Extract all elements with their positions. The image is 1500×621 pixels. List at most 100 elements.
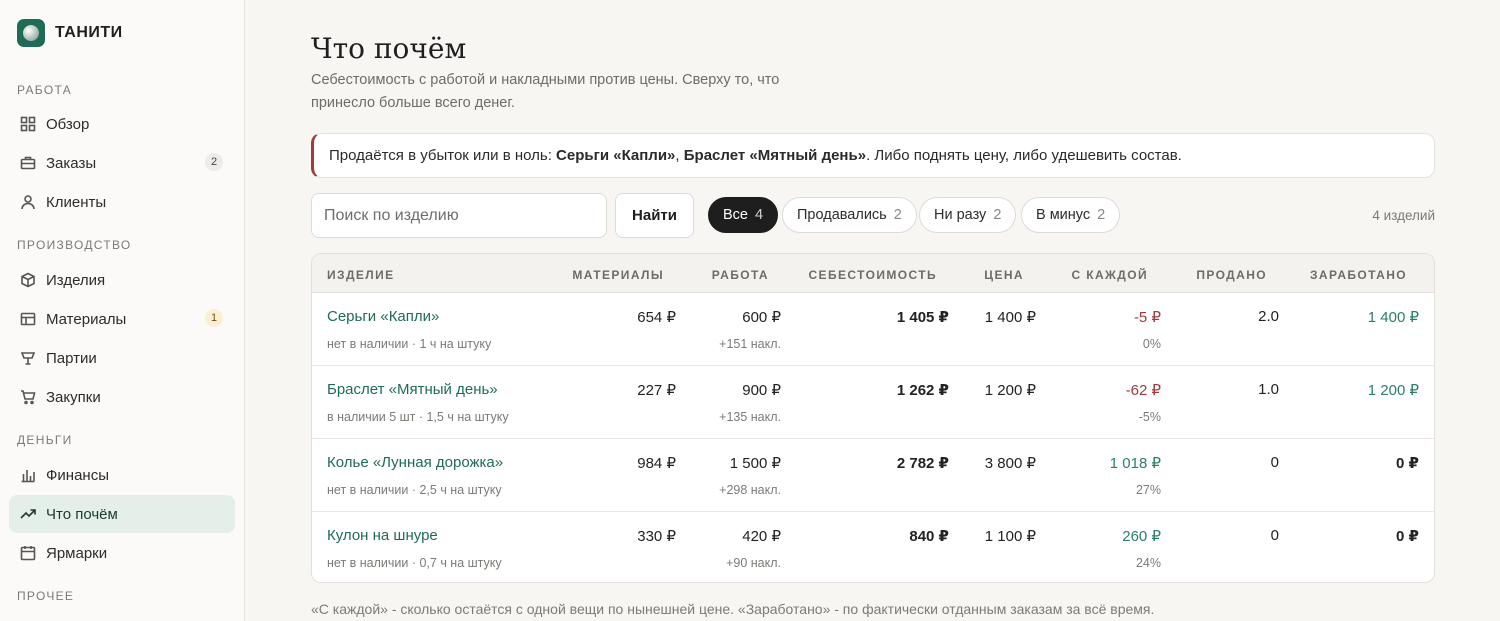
search-input[interactable] (311, 193, 607, 238)
filter-label: Продавались (797, 207, 887, 223)
column-header-per-item[interactable]: С КАЖДОЙ (1071, 268, 1148, 282)
column-header-price[interactable]: ЦЕНА (984, 268, 1024, 282)
work-cost: 900 ₽ (742, 382, 781, 399)
alert-item-earrings: Серьги «Капли» (556, 147, 676, 164)
product-meta: нет в наличии · 0,7 ч на штуку (327, 556, 502, 570)
margin-percent: 27% (1135, 483, 1161, 497)
orders-count-badge: 2 (205, 153, 223, 171)
brand-name: ТАНИТИ (55, 24, 123, 41)
margin-percent: -5% (1138, 410, 1161, 424)
sidebar-item-batches[interactable]: Партии (9, 339, 235, 377)
column-header-cost[interactable]: СЕБЕСТОИМОСТЬ (808, 268, 937, 282)
trend-icon (19, 506, 36, 523)
sidebar-item-purchases[interactable]: Закупки (9, 378, 235, 416)
section-label-production: ПРОИЗВОДСТВО (17, 238, 132, 252)
sidebar-item-pricing[interactable]: Что почём (9, 495, 235, 533)
sidebar-item-orders[interactable]: Заказы 2 (9, 144, 235, 182)
sold-count: 0 (1270, 454, 1279, 471)
loss-alert: Продаётся в убыток или в ноль: Серьги «К… (311, 133, 1435, 178)
alert-item-bracelet: Браслет «Мятный день» (683, 147, 867, 164)
total-cost: 1 262 ₽ (896, 382, 949, 399)
box-icon (19, 272, 36, 289)
table-row[interactable]: Кулон на шнуре нет в наличии · 0,7 ч на … (312, 512, 1434, 582)
sidebar-item-label: Изделия (46, 271, 106, 289)
filter-chip-never[interactable]: Ни разу 2 (919, 197, 1017, 233)
briefcase-icon (19, 155, 36, 172)
margin-per-item: -62 ₽ (1125, 382, 1161, 399)
column-header-earned[interactable]: ЗАРАБОТАНО (1310, 268, 1407, 282)
margin-percent: 0% (1142, 337, 1161, 351)
sidebar-item-clients[interactable]: Клиенты (9, 183, 235, 221)
sidebar-item-label: Заказы (46, 154, 97, 172)
materials-count-badge: 1 (205, 309, 223, 327)
sidebar-item-label: Клиенты (46, 193, 107, 211)
materials-cost: 330 ₽ (637, 528, 676, 545)
product-meta: в наличии 5 шт · 1,5 ч на штуку (327, 410, 509, 424)
filter-count: 4 (755, 207, 764, 223)
materials-cost: 984 ₽ (637, 455, 676, 472)
product-name-link[interactable]: Браслет «Мятный день» (327, 381, 498, 398)
sidebar-item-overview[interactable]: Обзор (9, 105, 235, 143)
work-cost: 1 500 ₽ (729, 455, 781, 472)
palette-icon (19, 311, 36, 328)
filter-chip-negative[interactable]: В минус 2 (1021, 197, 1121, 233)
grid-icon (19, 116, 36, 133)
sidebar-item-label: Финансы (46, 466, 109, 484)
margin-per-item: 260 ₽ (1122, 528, 1161, 545)
alert-separator: , (675, 147, 684, 164)
price: 1 200 ₽ (984, 382, 1036, 399)
sold-count: 1.0 (1258, 381, 1279, 398)
column-header-materials[interactable]: МАТЕРИАЛЫ (572, 268, 664, 282)
product-name-link[interactable]: Колье «Лунная дорожка» (327, 454, 503, 471)
work-cost: 600 ₽ (742, 309, 781, 326)
sidebar-item-label: Ярмарки (46, 544, 108, 562)
table-footnote: «С каждой» - сколько остаётся с одной ве… (311, 601, 1155, 617)
sidebar-item-finance[interactable]: Финансы (9, 456, 235, 494)
items-count: 4 изделий (1372, 208, 1435, 223)
earned-total: 0 ₽ (1396, 528, 1419, 545)
sidebar-item-label: Что почём (46, 505, 118, 523)
table-row[interactable]: Браслет «Мятный день» в наличии 5 шт · 1… (312, 366, 1434, 439)
table-row[interactable]: Колье «Лунная дорожка» нет в наличии · 2… (312, 439, 1434, 512)
margin-per-item: 1 018 ₽ (1109, 455, 1161, 472)
margin-per-item: -5 ₽ (1133, 309, 1161, 326)
column-header-product[interactable]: ИЗДЕЛИЕ (327, 268, 395, 282)
filter-label: Все (723, 207, 748, 223)
alert-prefix: Продаётся в убыток или в ноль: (329, 147, 557, 164)
overhead-cost: +135 накл. (719, 410, 781, 424)
column-header-sold[interactable]: ПРОДАНО (1196, 268, 1267, 282)
filter-label: В минус (1036, 207, 1091, 223)
sidebar-item-label: Закупки (46, 388, 101, 406)
sidebar-item-fairs[interactable]: Ярмарки (9, 534, 235, 572)
section-label-money: ДЕНЬГИ (17, 433, 73, 447)
product-name-link[interactable]: Кулон на шнуре (327, 527, 438, 544)
table-row[interactable]: Серьги «Капли» нет в наличии · 1 ч на шт… (312, 293, 1434, 366)
total-cost: 1 405 ₽ (896, 309, 949, 326)
sold-count: 0 (1270, 527, 1279, 544)
earned-total: 1 400 ₽ (1367, 309, 1419, 326)
calendar-icon (19, 545, 36, 562)
filter-count: 2 (993, 207, 1002, 223)
sidebar-item-products[interactable]: Изделия (9, 261, 235, 299)
product-name-link[interactable]: Серьги «Капли» (327, 308, 439, 325)
earned-total: 0 ₽ (1396, 455, 1419, 472)
sidebar-item-materials[interactable]: Материалы 1 (9, 300, 235, 338)
page-title: Что почём (311, 32, 467, 65)
search-button[interactable]: Найти (615, 193, 694, 238)
overhead-cost: +90 накл. (726, 556, 781, 570)
work-cost: 420 ₽ (742, 528, 781, 545)
price: 1 100 ₽ (984, 528, 1036, 545)
product-meta: нет в наличии · 2,5 ч на штуку (327, 483, 502, 497)
brand[interactable]: ТАНИТИ (17, 19, 123, 47)
sidebar-item-label: Обзор (46, 115, 90, 133)
pricing-table: ИЗДЕЛИЕ МАТЕРИАЛЫ РАБОТА СЕБЕСТОИМОСТЬ Ц… (311, 253, 1435, 583)
filter-chip-all[interactable]: Все 4 (708, 197, 779, 233)
total-cost: 840 ₽ (909, 528, 949, 545)
column-header-work[interactable]: РАБОТА (712, 268, 769, 282)
sidebar-item-label: Материалы (46, 310, 127, 328)
page-subtitle: Себестоимость с работой и накладными про… (311, 72, 780, 111)
total-cost: 2 782 ₽ (896, 455, 949, 472)
filter-chip-sold[interactable]: Продавались 2 (782, 197, 917, 233)
price: 3 800 ₽ (984, 455, 1036, 472)
section-label-work: РАБОТА (17, 83, 73, 97)
